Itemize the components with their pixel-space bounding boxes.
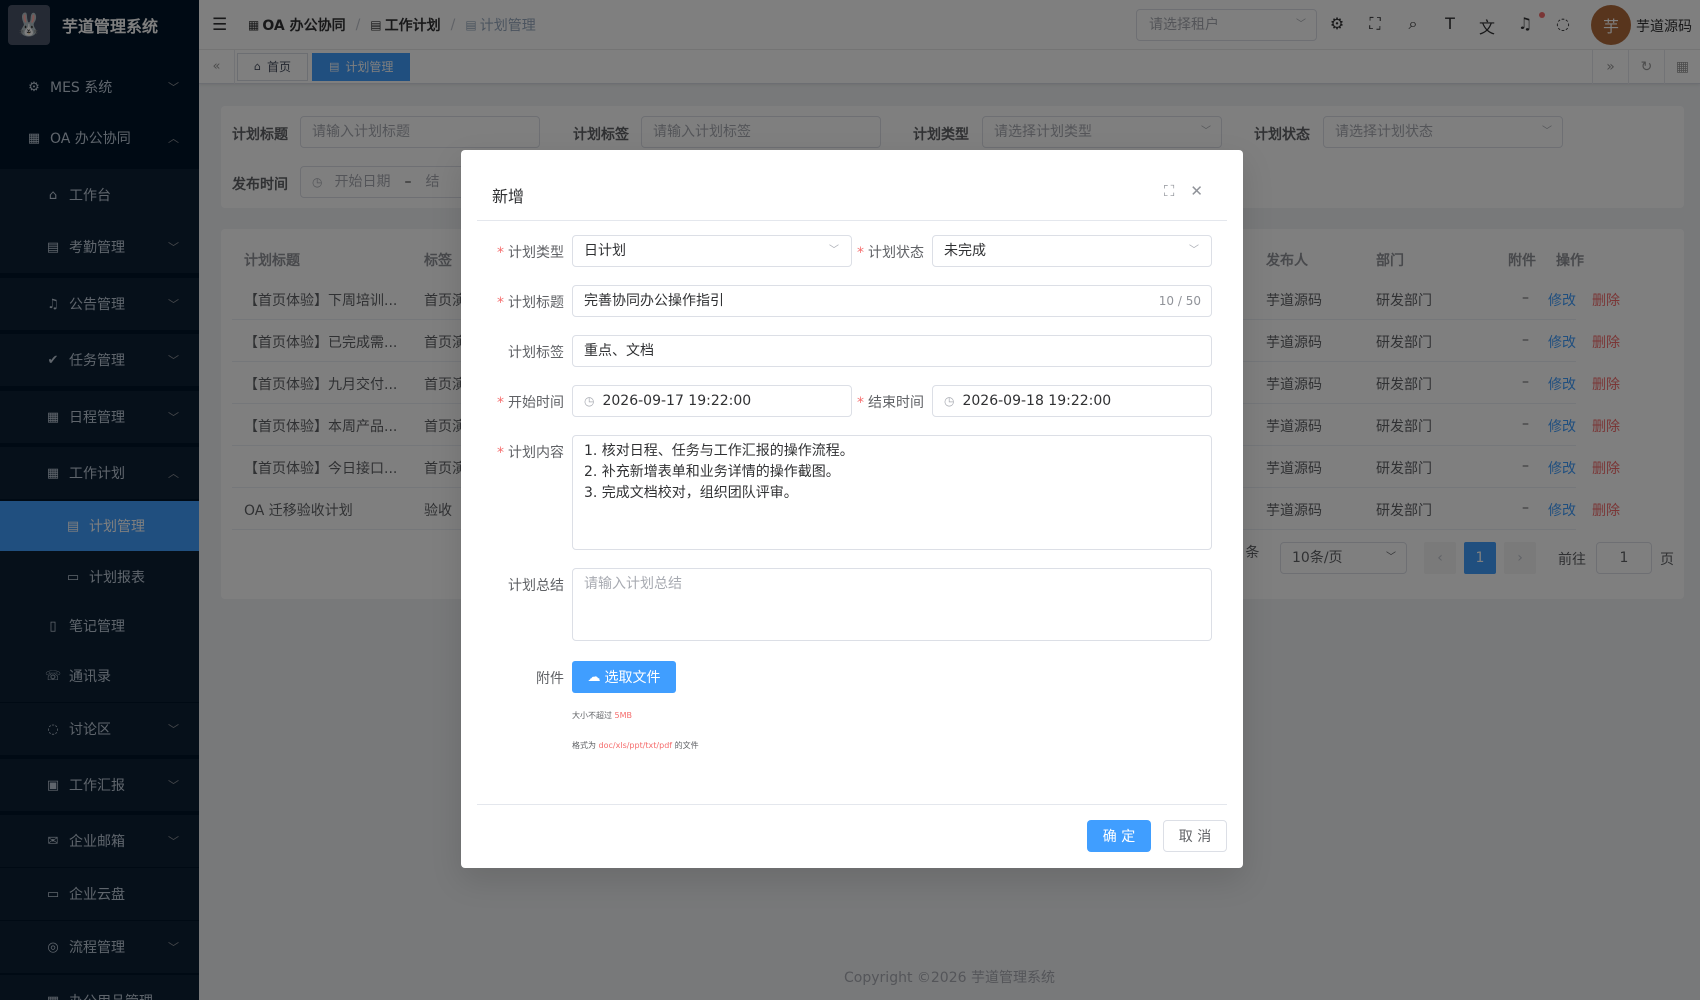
content-line: 3. 完成文档校对，组织团队评审。 (584, 485, 798, 501)
dialog-title: 新增 (492, 187, 525, 206)
plan-tag-input[interactable]: 重点、文档 (572, 335, 1212, 367)
cancel-button[interactable]: 取 消 (1163, 820, 1227, 852)
start-time-label: * 开始时间 (497, 395, 564, 411)
plan-summary-textarea[interactable]: 请输入计划总结 (572, 568, 1212, 641)
start-time-picker[interactable]: ◷ 2026-09-17 19:22:00 (572, 385, 852, 417)
char-counter: 10 / 50 (1158, 294, 1201, 308)
chevron-down-icon: ﹀ (829, 245, 839, 256)
summary-label: 计划总结 (508, 578, 564, 594)
select-file-label: 选取文件 (604, 670, 661, 686)
close-icon[interactable]: ✕ (1190, 182, 1203, 200)
content-line: 2. 补充新增表单和业务详情的操作截图。 (584, 464, 840, 480)
dialog-footer-divider (477, 804, 1227, 805)
end-time-label: * 结束时间 (857, 395, 924, 411)
upload-format-hint: 格式为 doc/xls/ppt/txt/pdf 的文件 (572, 741, 699, 750)
content-line: 1. 核对日程、任务与工作汇报的操作流程。 (584, 443, 854, 459)
plan-status-select[interactable]: 未完成 ﹀ (932, 235, 1212, 267)
plan-title-value: 完善协同办公操作指引 (584, 293, 724, 309)
clock-icon: ◷ (944, 394, 955, 408)
plan-title-input[interactable]: 完善协同办公操作指引 10 / 50 (572, 285, 1212, 317)
plan-status-value: 未完成 (944, 243, 986, 259)
upload-size-hint: 大小不超过 5MB (572, 711, 633, 720)
end-time-value: 2026-09-18 19:22:00 (962, 393, 1112, 409)
add-plan-dialog: 新增 ⛶ ✕ * 计划类型 日计划 ﹀ * 计划状态 未完成 ﹀ * 计划标题 完善协同办… (461, 150, 1243, 868)
cloud-upload-icon: ☁ (587, 669, 601, 685)
dialog-header-divider (477, 220, 1227, 221)
chevron-down-icon: ﹀ (1189, 245, 1199, 256)
plan-type-value: 日计划 (584, 243, 626, 259)
clock-icon: ◷ (584, 394, 595, 408)
plan-content-textarea[interactable]: 1. 核对日程、任务与工作汇报的操作流程。 2. 补充新增表单和业务详情的操作截… (572, 435, 1212, 550)
type-label: * 计划类型 (497, 245, 564, 261)
plan-tag-value: 重点、文档 (584, 343, 654, 359)
start-time-value: 2026-09-17 19:22:00 (602, 393, 752, 409)
title-label: * 计划标题 (497, 295, 564, 311)
content-label: * 计划内容 (497, 445, 564, 461)
select-file-button[interactable]: ☁ 选取文件 (572, 661, 676, 693)
attach-label: 附件 (536, 671, 564, 687)
end-time-picker[interactable]: ◷ 2026-09-18 19:22:00 (932, 385, 1212, 417)
plan-type-select[interactable]: 日计划 ﹀ (572, 235, 852, 267)
tag-label: 计划标签 (508, 345, 564, 361)
fullscreen-icon[interactable]: ⛶ (1164, 182, 1175, 200)
status-label: * 计划状态 (857, 245, 924, 261)
confirm-button[interactable]: 确 定 (1087, 820, 1151, 852)
